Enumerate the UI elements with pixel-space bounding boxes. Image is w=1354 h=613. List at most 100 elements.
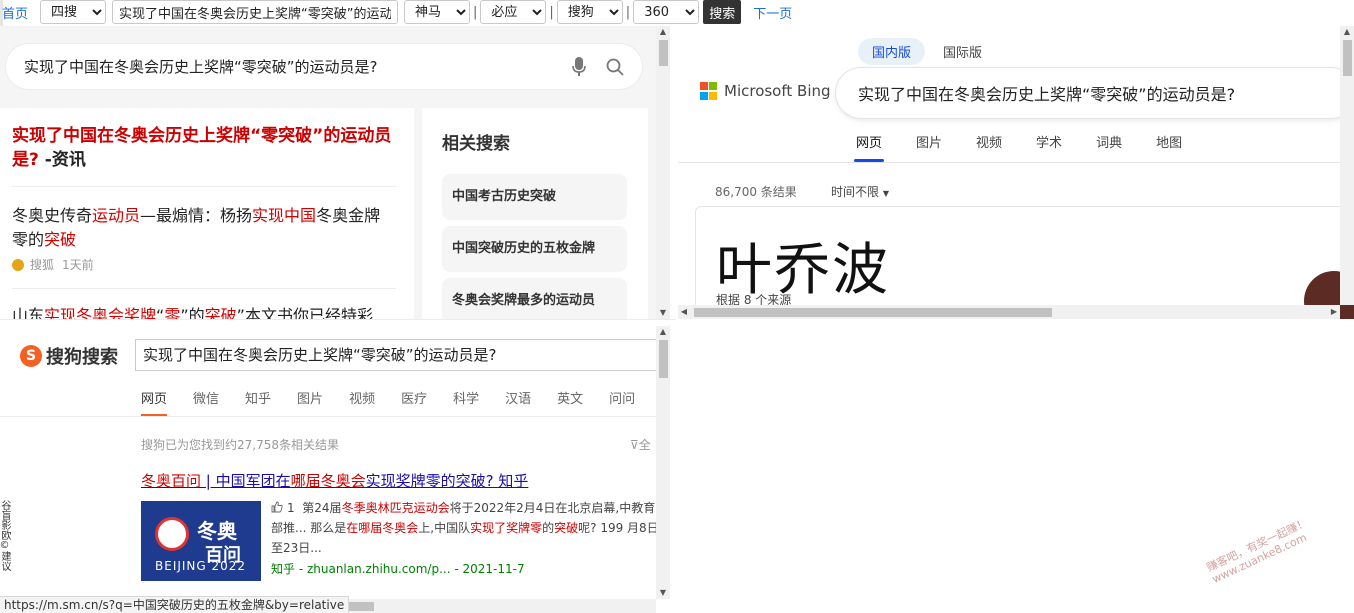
sm-results-list: 实现了中国在冬奥会历史上奖牌“零突破”的运动员是? -资讯 冬奥史传奇运动员—最… — [0, 108, 414, 319]
home-link[interactable]: 首页 — [2, 3, 28, 22]
side-text: 谷盲影欧©建议 — [0, 500, 10, 571]
result-thumbnail[interactable]: 冬奥 百问 BEIJING 2022 — [141, 501, 261, 581]
tab-videos[interactable]: 视频 — [349, 388, 375, 416]
result-time: 1天前 — [62, 258, 94, 272]
engine-group-select[interactable]: 四搜 — [40, 0, 107, 24]
result-title[interactable]: 实现了中国在冬奥会历史上奖牌“零突破”的运动员是? -资讯 — [12, 124, 396, 172]
result-source: 搜狐 — [30, 258, 55, 272]
scope-cn[interactable]: 国内版 — [858, 38, 926, 65]
link-status-bar: https://m.sm.cn/s?q=中国突破历史的五枚金牌&by=relat… — [0, 596, 350, 613]
filter-button[interactable]: ⊽全 — [630, 436, 651, 453]
sogou-s-icon: S — [20, 345, 42, 367]
result-item[interactable]: 实现了中国在冬奥会历史上奖牌“零突破”的运动员是? -资讯 — [12, 124, 396, 172]
time-filter-dropdown[interactable]: 时间不限 ▼ — [831, 183, 889, 200]
scroll-right-arrow[interactable]: ▶ — [1328, 305, 1340, 319]
engine-select-2[interactable]: 必应 — [480, 0, 547, 24]
tab-medical[interactable]: 医疗 — [401, 388, 427, 416]
sogou-tabs: 网页 微信 知乎 图片 视频 医疗 科学 汉语 英文 问问 — [141, 388, 661, 416]
result-snippet: 1 第24届冬季奥林匹克运动会将于2022年2月4日在北京启幕,中教育部推...… — [271, 501, 659, 555]
tab-dictionary[interactable]: 词典 — [1096, 132, 1122, 162]
related-item[interactable]: 冬奥会奖牌最多的运动员 — [442, 278, 627, 319]
sogou-logo[interactable]: S 搜狗搜索 — [20, 343, 118, 369]
result-count: 搜狗已为您找到约27,758条相关结果 — [141, 438, 339, 452]
microsoft-logo-icon — [700, 82, 718, 100]
tab-science[interactable]: 科学 — [453, 388, 479, 416]
bing-pane: 国内版 国际版 Microsoft Bing 实现了中国在冬奥会历史上奖牌“零突… — [678, 26, 1354, 319]
tab-wechat[interactable]: 微信 — [193, 388, 219, 416]
tab-images[interactable]: 图片 — [297, 388, 323, 416]
related-searches: 相关搜索 中国考古历史突破 中国突破历史的五枚金牌 冬奥会奖牌最多的运动员 — [422, 108, 648, 319]
related-item[interactable]: 中国考古历史突破 — [442, 174, 627, 220]
sm-search-pane: 实现了中国在冬奥会历史上奖牌“零突破”的运动员是? 实现了中国在冬奥会历史上奖牌… — [0, 26, 670, 319]
horizontal-scrollbar[interactable]: ◀ ▶ — [678, 305, 1340, 319]
tab-chinese[interactable]: 汉语 — [505, 388, 531, 416]
engine-select-1[interactable]: 神马 — [404, 0, 471, 24]
tab-academic[interactable]: 学术 — [1036, 132, 1062, 162]
tab-zhihu[interactable]: 知乎 — [245, 388, 271, 416]
microphone-icon[interactable] — [572, 56, 586, 77]
tab-images[interactable]: 图片 — [916, 132, 942, 162]
bing-search-query: 实现了中国在冬奥会历史上奖牌“零突破”的运动员是? — [858, 85, 1236, 104]
related-item[interactable]: 中国突破历史的五枚金牌 — [442, 226, 627, 272]
tab-wenwen[interactable]: 问问 — [609, 388, 635, 416]
scroll-down-arrow[interactable]: ▼ — [656, 307, 670, 319]
like-count: 1 — [287, 501, 295, 515]
result-count: 86,700 条结果 — [715, 185, 797, 199]
scroll-left-arrow[interactable]: ◀ — [678, 305, 690, 319]
result-title[interactable]: 冬奥史传奇运动员—最煽情：杨扬实现中国冬奥金牌零的突破 — [12, 204, 396, 252]
result-item[interactable]: 山东实现冬奥会奖牌“零”的突破”本文书你已经特彩 — [12, 304, 396, 319]
tab-english[interactable]: 英文 — [557, 388, 583, 416]
sogou-logo-text: 搜狗搜索 — [46, 347, 118, 368]
bing-scope-switch: 国内版 国际版 — [858, 38, 1000, 65]
separator: | — [473, 4, 478, 20]
bing-search-box[interactable]: 实现了中国在冬奥会历史上奖牌“零突破”的运动员是? — [836, 68, 1354, 118]
scroll-thumb[interactable] — [694, 308, 1052, 317]
bing-tabs: 网页 图片 视频 学术 词典 地图 — [853, 132, 1216, 162]
scroll-up-arrow[interactable]: ▲ — [1340, 26, 1354, 38]
result-item[interactable]: 冬奥史传奇运动员—最煽情：杨扬实现中国冬奥金牌零的突破 搜狐 1天前 — [12, 204, 396, 273]
meta-search-toolbar: 首页 四搜 神马 | 必应 | 搜狗 | 360 搜索 下一页 — [0, 0, 1354, 24]
next-page-link[interactable]: 下一页 — [753, 3, 792, 22]
filter-icon: ⊽ — [630, 438, 639, 452]
scroll-up-arrow[interactable]: ▲ — [656, 326, 670, 338]
sm-search-query: 实现了中国在冬奥会历史上奖牌“零突破”的运动员是? — [24, 58, 378, 76]
result-title[interactable]: 山东实现冬奥会奖牌“零”的突破”本文书你已经特彩 — [12, 304, 396, 319]
engine-select-4[interactable]: 360 — [633, 0, 700, 24]
engine-select-3[interactable]: 搜狗 — [556, 0, 623, 24]
sm-search-box[interactable]: 实现了中国在冬奥会历史上奖牌“零突破”的运动员是? — [6, 44, 642, 89]
tab-videos[interactable]: 视频 — [976, 132, 1002, 162]
search-icon[interactable] — [606, 58, 624, 76]
scroll-up-arrow[interactable]: ▲ — [656, 26, 670, 38]
search-button[interactable]: 搜索 — [703, 0, 742, 24]
scroll-thumb[interactable] — [659, 40, 668, 66]
sogou-search-input[interactable]: 实现了中国在冬奥会历史上奖牌“零突破”的运动员是? — [135, 339, 665, 371]
scroll-down-arrow[interactable]: ▼ — [656, 587, 670, 599]
scroll-thumb[interactable] — [659, 340, 668, 378]
mascot-image — [155, 517, 189, 551]
thumbnail-brand: BEIJING 2022 — [155, 559, 247, 573]
pane-divider[interactable] — [0, 319, 676, 326]
watermark: 赚客吧，有奖一起赚！ www.zuanke8.com — [1204, 515, 1310, 587]
answer-card: 叶乔波 根据 8 个来源 — [695, 206, 1354, 319]
caret-down-icon: ▼ — [882, 189, 889, 198]
vertical-scrollbar[interactable]: ▲ ▼ — [656, 326, 670, 599]
result-url[interactable]: 知乎 - zhuanlan.zhihu.com/p... - 2021-11-7 — [271, 560, 525, 577]
vertical-scrollbar[interactable]: ▲ ▼ — [656, 26, 670, 319]
divider — [12, 186, 396, 187]
tab-web[interactable]: 网页 — [853, 132, 885, 162]
scroll-thumb[interactable] — [1343, 40, 1352, 76]
bing-logo[interactable]: Microsoft Bing — [700, 82, 831, 100]
vertical-scrollbar[interactable]: ▲ — [1340, 26, 1354, 305]
sohu-icon — [12, 258, 24, 271]
separator: | — [549, 4, 554, 20]
query-input[interactable] — [112, 0, 399, 24]
bing-logo-text: Microsoft Bing — [724, 82, 831, 100]
result-title[interactable]: 冬奥百问 | 中国军团在哪届冬奥会实现奖牌零的突破? 知乎 — [141, 470, 528, 491]
tab-web[interactable]: 网页 — [141, 388, 168, 416]
tab-maps[interactable]: 地图 — [1156, 132, 1182, 162]
related-heading: 相关搜索 — [442, 134, 510, 154]
scope-intl[interactable]: 国际版 — [929, 38, 996, 65]
divider — [678, 162, 1340, 163]
thumbs-up-icon — [271, 501, 283, 513]
pane-divider[interactable] — [670, 26, 678, 319]
